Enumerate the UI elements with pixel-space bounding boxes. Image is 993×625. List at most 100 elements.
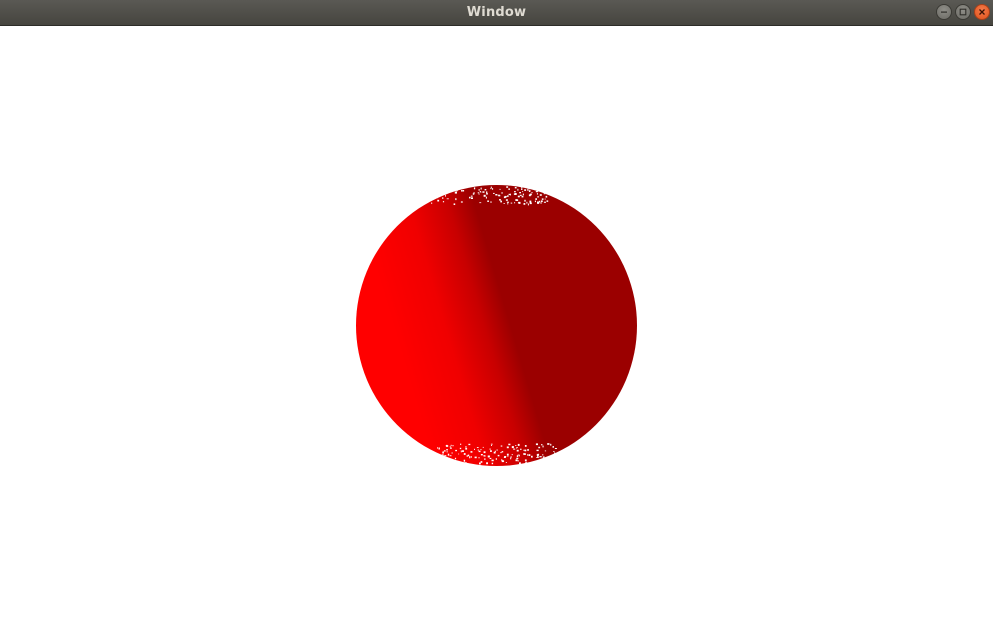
speckle: [469, 456, 471, 459]
speckle: [534, 188, 537, 191]
speckle: [516, 457, 519, 460]
speckle: [529, 202, 532, 205]
speckle: [535, 190, 538, 193]
speckle: [491, 462, 494, 465]
speckle: [511, 446, 514, 449]
speckle: [513, 448, 516, 450]
speckle: [466, 455, 468, 457]
speckle: [516, 447, 518, 449]
speckle: [490, 188, 492, 190]
speckle: [546, 186, 548, 188]
speckle: [515, 199, 517, 201]
speckle: [463, 459, 466, 462]
speckle: [504, 456, 507, 457]
speckle: [550, 443, 552, 446]
speckle: [516, 449, 519, 452]
sphere-body: [356, 185, 637, 466]
speckle: [535, 186, 538, 188]
speckle: [546, 200, 549, 202]
speckle: [446, 444, 448, 447]
speckle: [554, 452, 556, 454]
speckle: [476, 447, 479, 448]
speckle: [501, 460, 504, 463]
speckle: [507, 195, 509, 197]
speckle: [510, 456, 512, 458]
speckle: [486, 462, 488, 465]
speckle: [539, 194, 542, 196]
speckle: [511, 454, 513, 456]
speckle: [516, 455, 519, 458]
speckle: [453, 203, 456, 205]
speckle: [506, 446, 509, 449]
speckle: [451, 187, 453, 189]
render-canvas[interactable]: [0, 27, 993, 625]
speckle: [446, 186, 447, 189]
speckle: [494, 450, 496, 453]
speckle: [522, 191, 524, 193]
speckle: [449, 446, 451, 448]
speckle: [440, 187, 442, 189]
speckle: [553, 451, 555, 452]
speckle: [524, 449, 527, 452]
speckle: [514, 191, 516, 193]
speckle: [464, 462, 467, 464]
speckle: [540, 187, 542, 189]
speckle: [474, 456, 477, 459]
speckle: [480, 187, 482, 190]
speckle: [455, 190, 458, 192]
speckle: [543, 201, 546, 203]
speckle: [435, 189, 437, 191]
speckle: [531, 192, 533, 194]
speckle: [499, 188, 501, 190]
maximize-button[interactable]: [955, 4, 971, 20]
speckle: [517, 188, 519, 191]
speckle: [431, 188, 433, 190]
speckle: [437, 454, 439, 456]
speckle: [521, 195, 524, 198]
speckle: [465, 447, 468, 450]
speckle: [460, 450, 462, 453]
speckle: [540, 200, 543, 203]
speckle: [495, 194, 498, 196]
speckle: [436, 190, 438, 191]
speckle: [440, 459, 443, 461]
speckle: [484, 189, 487, 191]
speckle: [514, 187, 517, 189]
minimize-button[interactable]: [936, 4, 952, 20]
speckle: [447, 453, 450, 456]
speckle: [497, 454, 500, 457]
speckle: [544, 198, 546, 200]
speckle: [437, 186, 439, 189]
speckle: [551, 461, 554, 463]
speckle: [442, 450, 444, 453]
speckle: [550, 189, 552, 191]
speckle: [490, 443, 493, 445]
speckle: [465, 446, 467, 448]
speckle: [506, 201, 509, 203]
speckle: [442, 197, 444, 199]
close-button[interactable]: [974, 4, 990, 20]
speckle: [493, 192, 495, 194]
speckle: [454, 191, 457, 194]
speckle: [536, 453, 539, 456]
window-controls: [936, 4, 990, 21]
speckle: [480, 461, 483, 463]
speckle: [489, 448, 491, 450]
speckle: [497, 194, 500, 196]
speckle: [482, 191, 485, 193]
speckle: [553, 456, 555, 458]
speckle: [545, 187, 547, 189]
speckle: [461, 462, 463, 464]
speckle: [544, 450, 547, 452]
speckle: [477, 449, 479, 451]
speckle: [506, 186, 509, 188]
speckle: [508, 188, 510, 190]
speckle: [525, 461, 527, 464]
speckle: [454, 457, 457, 460]
speckle: [505, 462, 507, 463]
speckle: [527, 189, 529, 191]
speckle: [501, 192, 503, 194]
app-window: Window: [0, 0, 993, 625]
speckle: [503, 196, 506, 199]
title-bar[interactable]: Window: [0, 0, 993, 26]
